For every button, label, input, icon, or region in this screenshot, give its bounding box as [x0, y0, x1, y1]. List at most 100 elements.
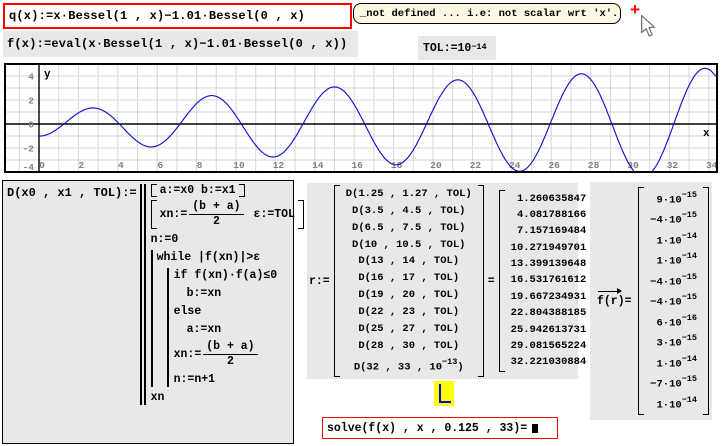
xn-assign: xn:= — [174, 348, 202, 361]
fraction-denominator: 2 — [213, 215, 220, 229]
matrix-left-bracket-icon — [499, 190, 505, 372]
r-call-cell: D(6.5 , 7.5 , TOL) — [346, 221, 472, 236]
program-xn-group: xn:= (b + a) 2 ε:=TOL — [151, 200, 304, 229]
r-call-cell: D(1.25 , 1.27 , TOL) — [346, 187, 472, 202]
tol-exponent: −14 — [471, 42, 486, 52]
r-value-cell: 16.531761612 — [511, 273, 587, 288]
solve-region[interactable]: solve(f(x) , x , 0.125 , 33)= — [322, 417, 558, 439]
result-placeholder-square[interactable] — [532, 424, 538, 433]
fr-vector-region[interactable]: f(r)= 9·10−15−4·10−151·10−141·10−14−4·10… — [590, 182, 712, 420]
svg-text:y: y — [44, 69, 51, 81]
left-bracket-icon — [151, 200, 157, 229]
q-definition-region[interactable]: q(x):=x·Bessel(1 , x)−1.01·Bessel(0 , x) — [3, 3, 352, 29]
svg-text:14: 14 — [312, 160, 324, 171]
fr-label: f(r) — [597, 295, 625, 308]
fr-value-cell: 1·10−14 — [650, 230, 697, 250]
svg-text:0: 0 — [28, 120, 34, 131]
svg-text:4: 4 — [118, 160, 124, 171]
svg-text:26: 26 — [548, 160, 560, 171]
matrix-left-bracket-icon — [334, 185, 340, 377]
r-call-cell: D(13 , 14 , TOL) — [346, 254, 472, 269]
fr-value-cell: 3·10−15 — [650, 332, 697, 352]
solve-expression-text: solve(f(x) , x , 0.125 , 33)= — [327, 422, 527, 435]
fr-value-cell: −4·10−15 — [650, 291, 697, 311]
fr-values-matrix: 9·10−15−4·10−151·10−141·10−14−4·10−15−4·… — [638, 187, 709, 415]
bisection-program-region[interactable]: D(x0 , x1 , TOL):= a:=x0 b:=x1 xn:= (b +… — [2, 180, 294, 444]
r-values-matrix: 1.2606358474.0817881667.15716948410.2719… — [499, 190, 599, 372]
if-statement: if f(xn)·f(a)≤0 — [174, 268, 304, 283]
r-value-cell: 29.081565224 — [511, 339, 587, 354]
svg-text:4: 4 — [28, 72, 34, 83]
comment-note[interactable]: _not defined ... i.e: not scalar wrt 'x'… — [353, 3, 621, 24]
svg-text:2: 2 — [28, 96, 34, 107]
else-body-statement: a:=xn — [187, 322, 304, 337]
fr-value-cell: 6·10−16 — [650, 312, 697, 332]
r-calls-column: D(1.25 , 1.27 , TOL) D(3.5 , 4.5 , TOL) D(… — [343, 185, 475, 377]
mouse-pointer-icon — [640, 15, 656, 37]
mathcad-worksheet: q(x):=x·Bessel(1 , x)−1.01·Bessel(0 , x)… — [0, 0, 722, 446]
crosshair-cursor-icon: + — [630, 2, 640, 21]
fraction: (b + a) 2 — [189, 200, 243, 229]
f-definition-region[interactable]: f(x):=eval(x·Bessel(1 , x)−1.01·Bessel(0… — [3, 31, 358, 57]
svg-text:32: 32 — [667, 160, 679, 171]
xn-update-statement: xn:= (b + a) 2 — [174, 340, 304, 369]
program-outer-bar: a:=x0 b:=x1 xn:= (b + a) 2 ε:=TOL n:=0 — [140, 184, 304, 405]
while-block: while |f(xn)|>ε if f(xn)·f(a)≤0 b:=xn el… — [151, 250, 304, 387]
r-value-cell: 22.804388185 — [511, 306, 587, 321]
r-value-cell: 25.942613731 — [511, 323, 587, 338]
r-call-cell: D(32 , 33 , 10−13) — [346, 356, 472, 376]
fr-values-column: 9·10−15−4·10−151·10−141·10−14−4·10−15−4·… — [647, 187, 700, 415]
svg-text:10: 10 — [233, 160, 245, 171]
program-header: D(x0 , x1 , TOL):= — [7, 186, 137, 200]
svg-text:20: 20 — [430, 160, 442, 171]
r-value-cell: 1.260635847 — [511, 192, 587, 207]
r-call-cell: D(16 , 17 , TOL) — [346, 271, 472, 286]
epsilon-assign: ε:=TOL — [254, 208, 295, 221]
svg-text:34: 34 — [706, 160, 716, 171]
right-bracket-icon — [239, 184, 245, 197]
tol-definition-region[interactable]: TOL:=10−14 — [418, 36, 496, 60]
q-definition-text: q(x):=x·Bessel(1 , x)−1.01·Bessel(0 , x) — [9, 9, 305, 23]
svg-text:12: 12 — [273, 160, 285, 171]
svg-text:-4: -4 — [23, 162, 35, 171]
matrix-right-bracket-icon — [478, 185, 484, 377]
svg-text:8: 8 — [197, 160, 203, 171]
while-header: while |f(xn)|>ε — [157, 250, 304, 265]
vectorize-arrow-icon — [598, 291, 620, 292]
r-value-cell: 7.157169484 — [511, 224, 587, 239]
svg-text:6: 6 — [157, 160, 163, 171]
matrix-left-bracket-icon — [638, 187, 644, 415]
svg-text:x: x — [703, 128, 710, 140]
fraction-denominator: 2 — [227, 355, 234, 369]
n-update-statement: n:=n+1 — [174, 372, 304, 387]
fr-value-cell: 1·10−14 — [650, 353, 697, 373]
r-value-cell: 13.399139648 — [511, 257, 587, 272]
fr-value-cell: −7·10−15 — [650, 373, 697, 393]
svg-text:16: 16 — [351, 160, 363, 171]
r-call-cell: D(19 , 20 , TOL) — [346, 288, 472, 303]
f-definition-text: f(x):=eval(x·Bessel(1 , x)−1.01·Bessel(0… — [7, 37, 347, 51]
r-vector-region[interactable]: r:= D(1.25 , 1.27 , TOL)D(3.5 , 4.5 , TO… — [307, 183, 578, 379]
plot-canvas: 420-2-40246810121416182022242628303234yx — [6, 65, 716, 171]
if-body-statement: b:=xn — [187, 286, 304, 301]
r-values-column: 1.2606358474.0817881667.15716948410.2719… — [508, 190, 590, 372]
svg-text:28: 28 — [588, 160, 600, 171]
xn-assign: xn:= — [160, 208, 188, 221]
r-calls-matrix: D(1.25 , 1.27 , TOL) D(3.5 , 4.5 , TOL) D(… — [334, 185, 484, 377]
program-body: a:=x0 b:=x1 xn:= (b + a) 2 ε:=TOL n:=0 — [144, 184, 304, 405]
svg-text:18: 18 — [391, 160, 403, 171]
fr-value-cell: −4·10−15 — [650, 271, 697, 291]
svg-text:22: 22 — [470, 160, 482, 171]
svg-text:-2: -2 — [23, 144, 35, 155]
program-init-group: a:=x0 b:=x1 — [151, 184, 304, 197]
fraction-numerator: (b + a) — [203, 340, 257, 355]
xy-plot-region[interactable]: 420-2-40246810121416182022242628303234yx — [4, 63, 718, 173]
comment-text: _not defined ... i.e: not scalar wrt 'x'… — [360, 8, 618, 20]
insertion-cursor-highlight[interactable] — [434, 381, 454, 406]
q-curve — [39, 68, 716, 171]
svg-text:2: 2 — [79, 160, 85, 171]
fraction: (b + a) 2 — [203, 340, 257, 369]
r-call-cell: D(28 , 30 , TOL) — [346, 339, 472, 354]
r-call-cell: D(3.5 , 4.5 , TOL) — [346, 204, 472, 219]
fr-value-cell: 1·10−14 — [650, 394, 697, 414]
